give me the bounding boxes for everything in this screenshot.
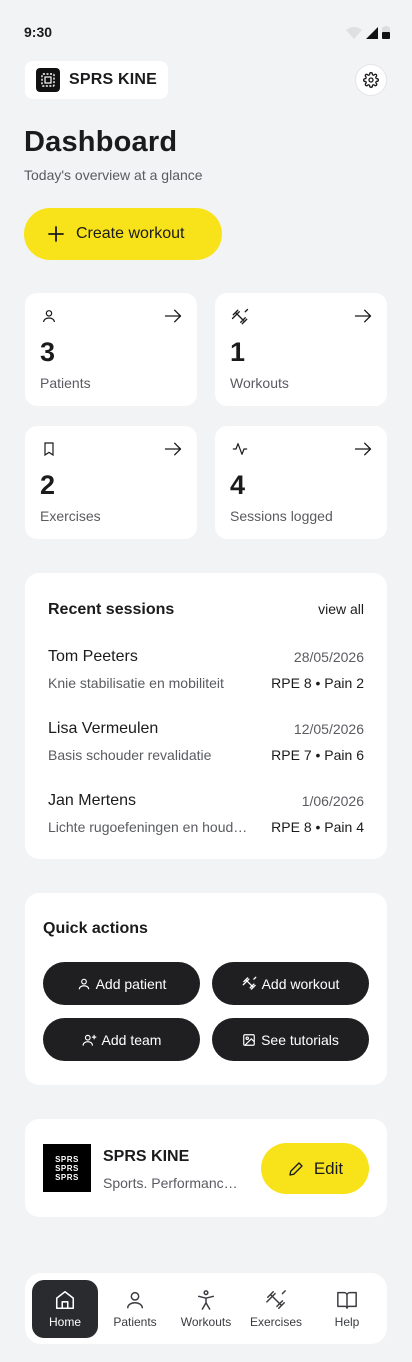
- settings-button[interactable]: [355, 64, 387, 96]
- add-workout-label: Add workout: [261, 975, 340, 992]
- dumbbell-icon: [231, 308, 249, 325]
- arrow-right-icon: [354, 442, 372, 456]
- signal-icon: [366, 26, 378, 39]
- session-program: Basis schouder revalidatie: [48, 747, 212, 763]
- session-row[interactable]: Lisa Vermeulen 12/05/2026 Basis schouder…: [48, 720, 364, 768]
- create-workout-button[interactable]: Create workout: [24, 208, 222, 260]
- stat-value: 1: [230, 337, 246, 367]
- practice-description: Sports. Performance. Recovery.: [103, 1175, 245, 1191]
- person-icon: [126, 1291, 144, 1309]
- person-icon: [43, 310, 55, 323]
- page-title: Dashboard: [24, 126, 178, 158]
- see-tutorials-button[interactable]: See tutorials: [212, 1018, 369, 1061]
- person-icon: [78, 978, 89, 989]
- edit-profile-button[interactable]: Edit: [261, 1143, 369, 1194]
- bottom-nav: Home Patients Workouts Exercises Help: [25, 1273, 387, 1344]
- nav-label: Patients: [113, 1315, 157, 1329]
- bookmark-icon: [44, 442, 54, 457]
- stat-label: Sessions logged: [230, 508, 333, 524]
- arrow-right-icon: [164, 309, 182, 323]
- add-team-button[interactable]: Add team: [43, 1018, 200, 1061]
- nav-item-help[interactable]: Help: [314, 1280, 380, 1338]
- nav-item-patients[interactable]: Patients: [102, 1280, 168, 1338]
- practice-name: SPRS KINE: [103, 1148, 190, 1165]
- arrow-right-icon: [354, 309, 372, 323]
- user-plus-icon: [82, 1034, 96, 1046]
- nav-label: Home: [48, 1315, 81, 1329]
- arrow-right-icon: [164, 442, 182, 456]
- stat-value: 2: [40, 470, 56, 500]
- pencil-icon: [289, 1161, 303, 1176]
- session-date: 12/05/2026: [293, 721, 364, 737]
- logo-line: SPRS: [55, 1172, 79, 1182]
- edit-label: Edit: [313, 1158, 344, 1178]
- session-patient-name: Jan Mertens: [48, 792, 137, 809]
- stat-value: 4: [230, 470, 246, 500]
- session-rpe-pain: RPE 8 • Pain 4: [271, 819, 364, 835]
- brand-badge[interactable]: SPRS KINE: [25, 61, 169, 99]
- add-workout-button[interactable]: Add workout: [212, 962, 369, 1005]
- nav-item-home[interactable]: Home: [32, 1280, 98, 1338]
- stat-value: 3: [40, 337, 56, 367]
- page-subtitle: Today's overview at a glance: [24, 167, 203, 183]
- status-icons: [346, 26, 390, 39]
- stat-label: Patients: [40, 375, 91, 391]
- nav-label: Help: [334, 1315, 360, 1329]
- plus-icon: [48, 226, 64, 242]
- logo-line: SPRS: [55, 1154, 79, 1164]
- book-icon: [337, 1291, 357, 1309]
- recent-sessions-title: Recent sessions: [48, 601, 175, 618]
- add-patient-button[interactable]: Add patient: [43, 962, 200, 1005]
- create-workout-label: Create workout: [76, 225, 185, 242]
- dumbbell-icon: [266, 1290, 286, 1309]
- quick-actions-card: Quick actions Add patient Add workout Ad…: [25, 893, 387, 1085]
- add-team-label: Add team: [101, 1031, 162, 1048]
- session-date: 28/05/2026: [293, 649, 364, 665]
- nav-item-workouts[interactable]: Workouts: [173, 1280, 239, 1338]
- home-icon: [55, 1290, 75, 1310]
- activity-icon: [232, 443, 248, 455]
- session-date: 1/06/2026: [301, 793, 364, 809]
- status-bar: 9:30: [0, 0, 412, 60]
- image-icon: [243, 1033, 255, 1046]
- battery-icon: [382, 26, 390, 39]
- quick-actions-title: Quick actions: [43, 920, 148, 937]
- stat-label: Workouts: [230, 375, 289, 391]
- session-program: Lichte rugoefeningen en houding: [48, 819, 248, 835]
- brand-logo-icon: [36, 68, 60, 92]
- stat-card-workouts[interactable]: 1 Workouts: [215, 293, 387, 406]
- practice-logo: SPRS SPRS SPRS: [43, 1144, 91, 1192]
- brand-name: SPRS KINE: [69, 71, 158, 88]
- session-rpe-pain: RPE 7 • Pain 6: [271, 747, 364, 763]
- session-patient-name: Tom Peeters: [48, 648, 138, 665]
- figure-icon: [197, 1290, 215, 1310]
- view-all-link[interactable]: view all: [318, 601, 364, 617]
- stat-label: Exercises: [40, 508, 101, 524]
- session-row[interactable]: Jan Mertens 1/06/2026 Lichte rugoefening…: [48, 792, 364, 840]
- session-patient-name: Lisa Vermeulen: [48, 720, 159, 737]
- practice-profile-card: SPRS SPRS SPRS SPRS KINE Sports. Perform…: [25, 1119, 387, 1217]
- logo-line: SPRS: [55, 1163, 79, 1173]
- see-tutorials-label: See tutorials: [261, 1031, 339, 1048]
- nav-item-exercises[interactable]: Exercises: [243, 1280, 309, 1338]
- stat-card-patients[interactable]: 3 Patients: [25, 293, 197, 406]
- stat-card-exercises[interactable]: 2 Exercises: [25, 426, 197, 539]
- session-program: Knie stabilisatie en mobiliteit: [48, 675, 224, 691]
- add-patient-label: Add patient: [95, 975, 167, 992]
- nav-label: Workouts: [180, 1315, 232, 1329]
- recent-sessions-card: Recent sessions view all Tom Peeters 28/…: [25, 573, 387, 859]
- stat-card-sessions[interactable]: 4 Sessions logged: [215, 426, 387, 539]
- wifi-icon: [346, 26, 362, 39]
- status-time: 9:30: [24, 24, 53, 40]
- session-rpe-pain: RPE 8 • Pain 2: [271, 675, 364, 691]
- gear-icon: [363, 72, 379, 88]
- dumbbell-icon: [242, 976, 256, 990]
- session-row[interactable]: Tom Peeters 28/05/2026 Knie stabilisatie…: [48, 648, 364, 696]
- nav-label: Exercises: [249, 1315, 302, 1329]
